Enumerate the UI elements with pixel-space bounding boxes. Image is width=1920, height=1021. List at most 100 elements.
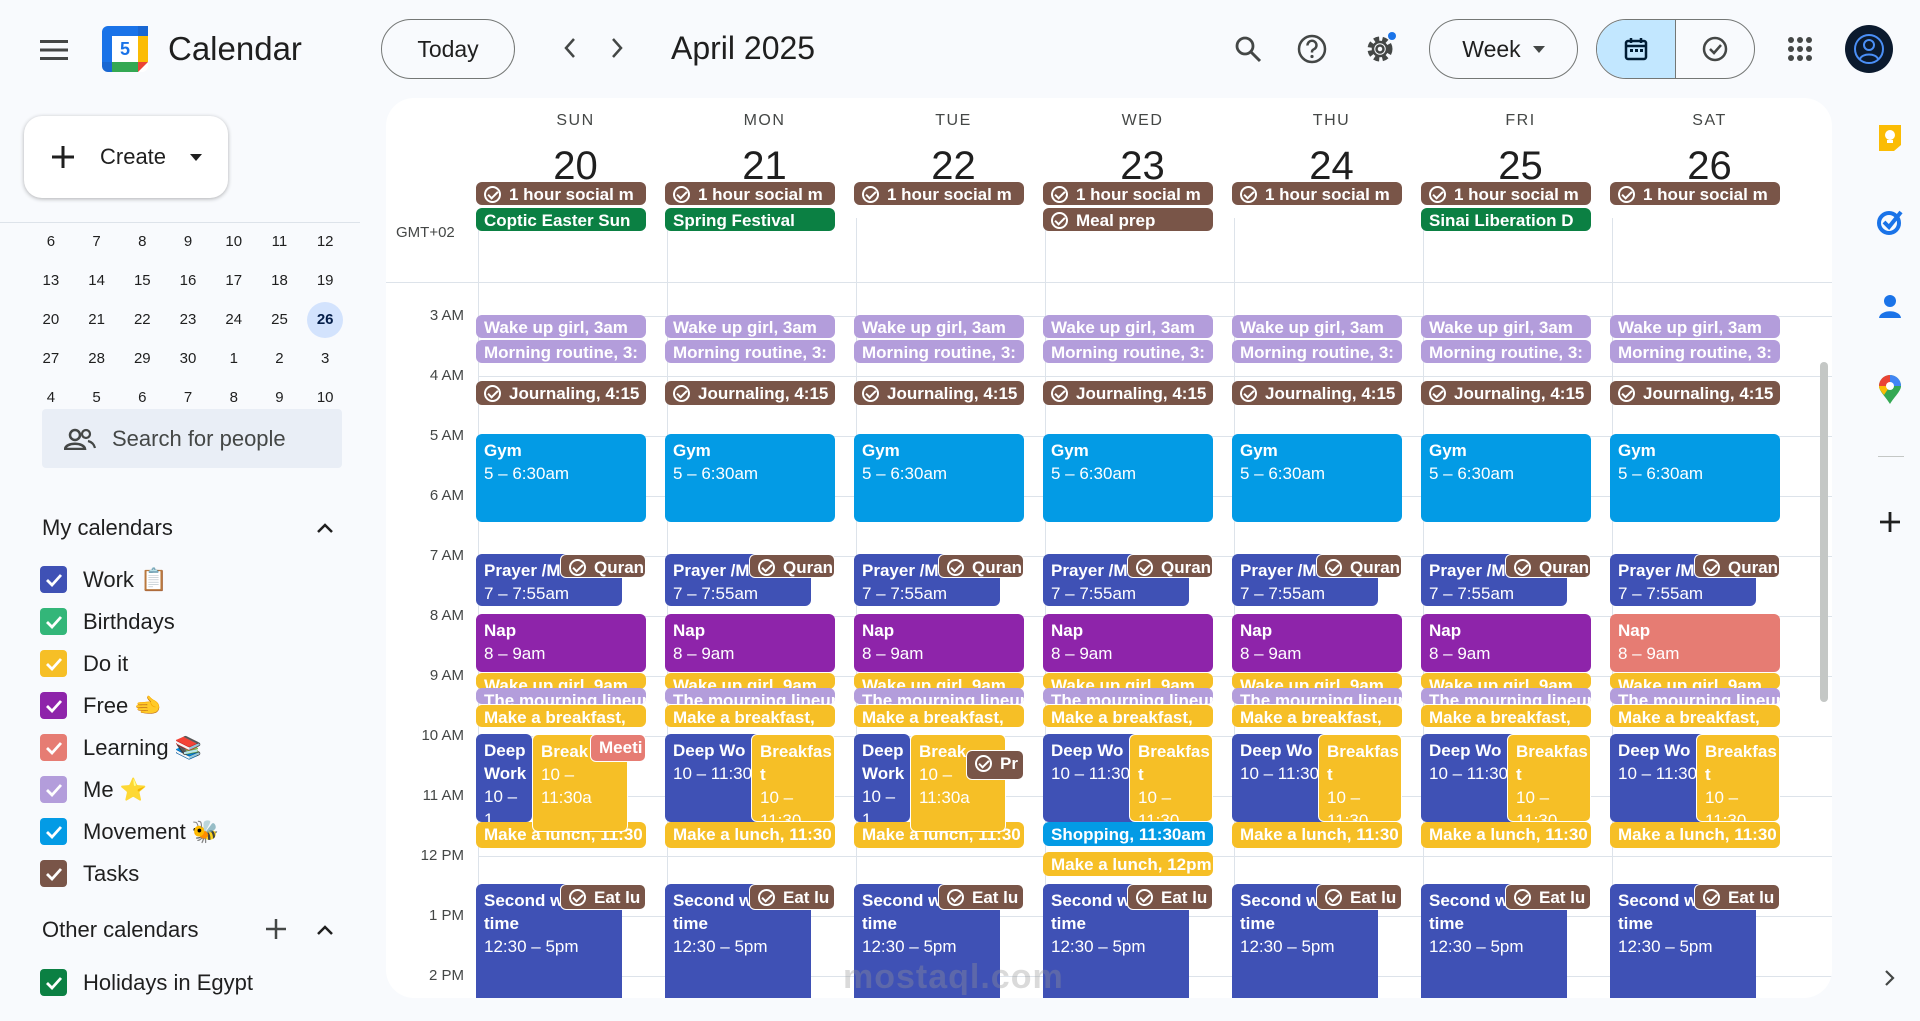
- tasks-view-icon[interactable]: [1676, 20, 1754, 78]
- calendar-event[interactable]: Wake up girl, 3am: [1610, 315, 1780, 338]
- day-header[interactable]: THU 24: [1237, 112, 1426, 189]
- day-header[interactable]: TUE 22: [859, 112, 1048, 189]
- day-header[interactable]: FRI 25: [1426, 112, 1615, 189]
- settings-icon[interactable]: [1358, 27, 1402, 71]
- allday-event[interactable]: Meal prep: [1043, 208, 1213, 231]
- calendar-event[interactable]: Nap 8 – 9am: [665, 614, 835, 672]
- calendar-item[interactable]: Birthdays: [40, 608, 175, 635]
- calendar-item[interactable]: Work 📋: [40, 566, 167, 593]
- calendar-event[interactable]: Shopping, 11:30am: [1043, 822, 1213, 846]
- calendar-event[interactable]: The mourning lineup: [1610, 688, 1780, 704]
- calendar-event[interactable]: Breakfas t 10 – 11:30: [1129, 734, 1213, 822]
- allday-event[interactable]: 1 hour social m: [665, 182, 835, 205]
- mini-calendar-day[interactable]: 23: [165, 300, 211, 339]
- mini-calendar-day[interactable]: 3: [302, 339, 348, 378]
- checkbox[interactable]: [40, 650, 67, 677]
- calendar-event[interactable]: Quran: [1505, 554, 1591, 578]
- calendar-event[interactable]: Breakfas t 10 – 11:30: [1318, 734, 1402, 822]
- mini-calendar-day[interactable]: 18: [257, 261, 303, 300]
- calendar-event[interactable]: Eat lu: [1505, 884, 1591, 910]
- calendar-event[interactable]: Wake up girl, 3am: [665, 315, 835, 338]
- calendar-event[interactable]: Wake up girl, 3am: [854, 315, 1024, 338]
- calendar-event[interactable]: Quran: [938, 554, 1024, 578]
- calendar-event[interactable]: Gym 5 – 6:30am: [476, 434, 646, 522]
- chevron-left-icon[interactable]: [550, 28, 590, 68]
- mini-calendar-day[interactable]: 8: [119, 222, 165, 261]
- calendar-event[interactable]: Quran: [560, 554, 646, 578]
- calendar-event[interactable]: Deep Wo 10 – 11:30: [1043, 734, 1143, 822]
- calendar-event[interactable]: Gym 5 – 6:30am: [665, 434, 835, 522]
- calendar-event[interactable]: Wake up girl, 3am: [476, 315, 646, 338]
- mini-calendar-day[interactable]: 2: [257, 339, 303, 378]
- chevron-right-icon[interactable]: [597, 28, 637, 68]
- mini-calendar-day[interactable]: 14: [74, 261, 120, 300]
- calendar-item[interactable]: Movement 🐝: [40, 818, 219, 845]
- calendar-event[interactable]: Quran: [1316, 554, 1402, 578]
- mini-calendar-day[interactable]: 16: [165, 261, 211, 300]
- calendar-event[interactable]: Nap 8 – 9am: [1421, 614, 1591, 672]
- calendar-event[interactable]: Eat lu: [749, 884, 835, 910]
- keep-icon[interactable]: [1874, 122, 1906, 154]
- mini-calendar-day[interactable]: 29: [119, 339, 165, 378]
- apps-grid-icon[interactable]: [1778, 27, 1822, 71]
- calendar-event[interactable]: Make a breakfast,: [1610, 705, 1780, 727]
- calendar-event[interactable]: Morning routine, 3:: [1610, 340, 1780, 363]
- calendar-event[interactable]: Wake up girl, 9am: [1610, 673, 1780, 689]
- mini-calendar-day[interactable]: 6: [28, 222, 74, 261]
- mini-calendar-day[interactable]: 15: [119, 261, 165, 300]
- calendar-event[interactable]: Breakfas t 10 – 11:30: [1696, 734, 1780, 822]
- tasks-icon[interactable]: [1874, 206, 1906, 238]
- add-calendar-icon[interactable]: [265, 918, 287, 940]
- calendar-event[interactable]: Make a lunch, 12pm: [1043, 852, 1213, 876]
- create-button[interactable]: Create: [24, 116, 228, 198]
- calendar-event[interactable]: Wake up girl, 3am: [1043, 315, 1213, 338]
- calendar-event[interactable]: Gym 5 – 6:30am: [854, 434, 1024, 522]
- calendar-event[interactable]: Meeti: [590, 734, 646, 762]
- calendar-event[interactable]: Quran: [1694, 554, 1780, 578]
- calendar-event[interactable]: Wake up girl, 9am: [1043, 673, 1213, 689]
- calendar-event[interactable]: Morning routine, 3:: [476, 340, 646, 363]
- calendar-event[interactable]: Nap 8 – 9am: [476, 614, 646, 672]
- menu-icon[interactable]: [32, 28, 76, 72]
- calendar-event[interactable]: Wake up girl, 3am: [1232, 315, 1402, 338]
- calendar-event[interactable]: Quran: [749, 554, 835, 578]
- calendar-event[interactable]: Breakfas t 10 – 11:30: [1507, 734, 1591, 822]
- my-calendars-heading[interactable]: My calendars: [42, 515, 173, 541]
- checkbox[interactable]: [40, 860, 67, 887]
- allday-event[interactable]: 1 hour social m: [1232, 182, 1402, 205]
- allday-event[interactable]: Coptic Easter Sun: [476, 208, 646, 231]
- calendar-event[interactable]: Breakfas t 10 – 11:30: [751, 734, 835, 822]
- calendar-event[interactable]: Make a breakfast,: [1043, 705, 1213, 727]
- search-people-input[interactable]: Search for people: [42, 409, 342, 468]
- calendar-event[interactable]: The mourning lineup: [665, 688, 835, 704]
- mini-calendar-day[interactable]: 26: [302, 300, 348, 339]
- mini-calendar-day[interactable]: 27: [28, 339, 74, 378]
- mini-calendar-day[interactable]: 1: [211, 339, 257, 378]
- chevron-up-icon[interactable]: [316, 522, 334, 534]
- day-header[interactable]: SUN 20: [481, 112, 670, 189]
- mini-calendar-day[interactable]: 24: [211, 300, 257, 339]
- mini-calendar-day[interactable]: 19: [302, 261, 348, 300]
- calendar-event[interactable]: Eat lu: [938, 884, 1024, 910]
- calendar-view-icon[interactable]: [1597, 20, 1676, 78]
- calendar-event[interactable]: Eat lu: [560, 884, 646, 910]
- search-icon[interactable]: [1226, 27, 1270, 71]
- calendar-event[interactable]: Gym 5 – 6:30am: [1043, 434, 1213, 522]
- calendar-event[interactable]: Nap 8 – 9am: [854, 614, 1024, 672]
- calendar-event[interactable]: Eat lu: [1694, 884, 1780, 910]
- calendar-event[interactable]: Deep Work 10 – 1: [854, 734, 910, 822]
- calendar-event[interactable]: The mourning lineup: [476, 688, 646, 704]
- calendar-event[interactable]: Deep Wo 10 – 11:30: [1232, 734, 1332, 822]
- calendar-event[interactable]: Eat lu: [1127, 884, 1213, 910]
- calendar-event[interactable]: Make a lunch, 11:30: [665, 822, 835, 848]
- calendar-event[interactable]: Eat lu: [1316, 884, 1402, 910]
- mini-calendar-day[interactable]: 30: [165, 339, 211, 378]
- calendar-event[interactable]: The mourning lineup: [1043, 688, 1213, 704]
- calendar-event[interactable]: Gym 5 – 6:30am: [1610, 434, 1780, 522]
- chevron-up-icon[interactable]: [316, 924, 334, 936]
- checkbox[interactable]: [40, 776, 67, 803]
- calendar-event[interactable]: Make a breakfast,: [1421, 705, 1591, 727]
- today-button[interactable]: Today: [381, 19, 515, 79]
- day-header[interactable]: WED 23: [1048, 112, 1237, 189]
- calendar-event[interactable]: Wake up girl, 3am: [1421, 315, 1591, 338]
